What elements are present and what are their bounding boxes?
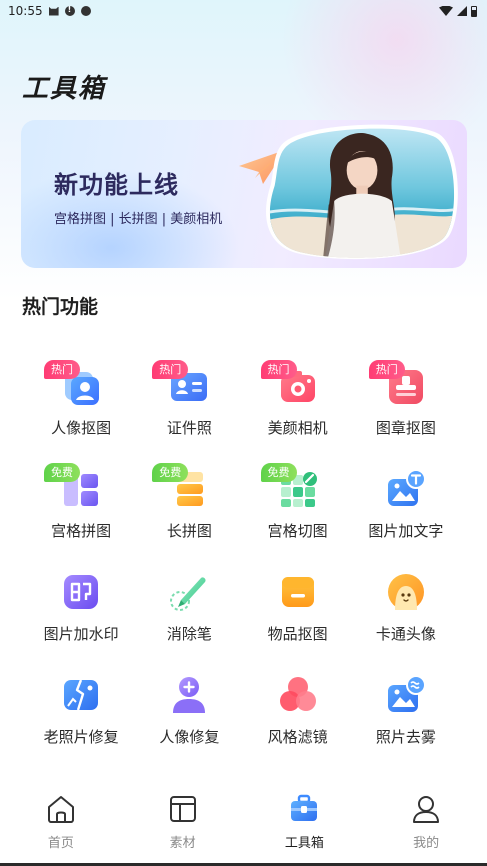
section-title-hot-features: 热门功能	[22, 296, 99, 318]
tool-label: 老照片修复	[43, 728, 119, 746]
tool-object-cutout[interactable]: 物品抠图	[244, 556, 352, 659]
banner-portrait-image	[266, 124, 458, 260]
hot-badge: 热门	[44, 360, 80, 379]
toolbox-icon	[288, 793, 320, 825]
signal-icon	[457, 6, 467, 16]
tool-label: 宫格切图	[267, 522, 328, 540]
tool-label: 证件照	[166, 419, 212, 437]
portrait-repair-icon	[167, 673, 211, 717]
profile-icon	[410, 793, 442, 825]
tool-label: 图章抠图	[375, 419, 436, 437]
nav-label: 工具箱	[284, 836, 324, 851]
tool-label: 消除笔	[166, 625, 212, 643]
free-badge: 免费	[152, 463, 189, 482]
tool-watermark[interactable]: 图片加水印	[27, 556, 135, 659]
tool-label: 风格滤镜	[267, 728, 328, 746]
banner-subtitle: 宫格拼图 | 长拼图 | 美颜相机	[54, 212, 223, 227]
bottom-navigation: 首页 素材 工具箱 我的	[0, 779, 487, 866]
tool-grid-collage[interactable]: 免费 宫格拼图	[27, 453, 135, 556]
style-filter-icon	[276, 673, 320, 717]
nav-label: 我的	[413, 836, 440, 851]
wifi-icon	[439, 6, 453, 16]
tool-portrait-repair[interactable]: 人像修复	[135, 659, 243, 762]
tools-grid: 热门 人像抠图 热门 证件照 热门 美颜相机 热门 图章抠图 免费 宫格拼图 免…	[27, 350, 460, 762]
notification-cat-icon	[48, 6, 59, 16]
tool-label: 卡通头像	[375, 625, 436, 643]
tool-old-photo-repair[interactable]: 老照片修复	[27, 659, 135, 762]
nav-item-toolbox[interactable]: 工具箱	[244, 779, 366, 866]
tool-grid-cut[interactable]: 免费 宫格切图	[244, 453, 352, 556]
notification-alert-icon	[64, 5, 75, 16]
battery-icon	[471, 5, 477, 17]
tool-label: 美颜相机	[267, 419, 328, 437]
hot-badge: 热门	[368, 360, 405, 379]
watermark-icon	[59, 570, 103, 614]
nav-item-home[interactable]: 首页	[0, 779, 122, 866]
tool-label: 人像抠图	[51, 419, 112, 437]
hot-badge: 热门	[152, 360, 189, 379]
tool-label: 照片去雾	[375, 728, 436, 746]
hot-badge: 热门	[260, 360, 297, 379]
tool-label: 物品抠图	[267, 625, 328, 643]
object-cutout-icon	[276, 570, 320, 614]
tool-dehaze[interactable]: 照片去雾	[352, 659, 460, 762]
nav-item-materials[interactable]: 素材	[122, 779, 244, 866]
tool-stamp-cutout[interactable]: 热门 图章抠图	[352, 350, 460, 453]
nav-item-profile[interactable]: 我的	[365, 779, 487, 866]
dehaze-icon	[384, 673, 428, 717]
cartoon-avatar-icon	[384, 570, 428, 614]
status-time: 10:55	[8, 4, 43, 18]
tool-long-collage[interactable]: 免费 长拼图	[135, 453, 243, 556]
tool-label: 图片加水印	[43, 625, 119, 643]
banner-title: 新功能上线	[54, 171, 179, 199]
tool-style-filter[interactable]: 风格滤镜	[244, 659, 352, 762]
nav-label: 首页	[47, 836, 74, 851]
status-bar: 10:55	[0, 0, 487, 22]
nav-label: 素材	[169, 836, 196, 851]
tool-add-text[interactable]: 图片加文字	[352, 453, 460, 556]
free-badge: 免费	[44, 463, 80, 482]
promo-banner[interactable]: 新功能上线 宫格拼图 | 长拼图 | 美颜相机	[21, 120, 467, 268]
materials-icon	[167, 793, 199, 825]
free-badge: 免费	[260, 463, 297, 482]
tool-beauty-camera[interactable]: 热门 美颜相机	[244, 350, 352, 453]
tool-label: 人像修复	[159, 728, 220, 746]
tool-eraser-pen[interactable]: 消除笔	[135, 556, 243, 659]
tool-label: 宫格拼图	[51, 522, 112, 540]
home-icon	[45, 793, 77, 825]
tool-label: 长拼图	[166, 522, 212, 540]
tool-id-photo[interactable]: 热门 证件照	[135, 350, 243, 453]
eraser-pen-icon	[167, 570, 211, 614]
tool-cartoon-avatar[interactable]: 卡通头像	[352, 556, 460, 659]
tool-label: 图片加文字	[368, 522, 444, 540]
page-title: 工具箱	[22, 74, 107, 104]
old-photo-repair-icon	[59, 673, 103, 717]
add-text-icon	[384, 467, 428, 511]
notification-account-icon	[80, 6, 91, 16]
tool-portrait-cutout[interactable]: 热门 人像抠图	[27, 350, 135, 453]
